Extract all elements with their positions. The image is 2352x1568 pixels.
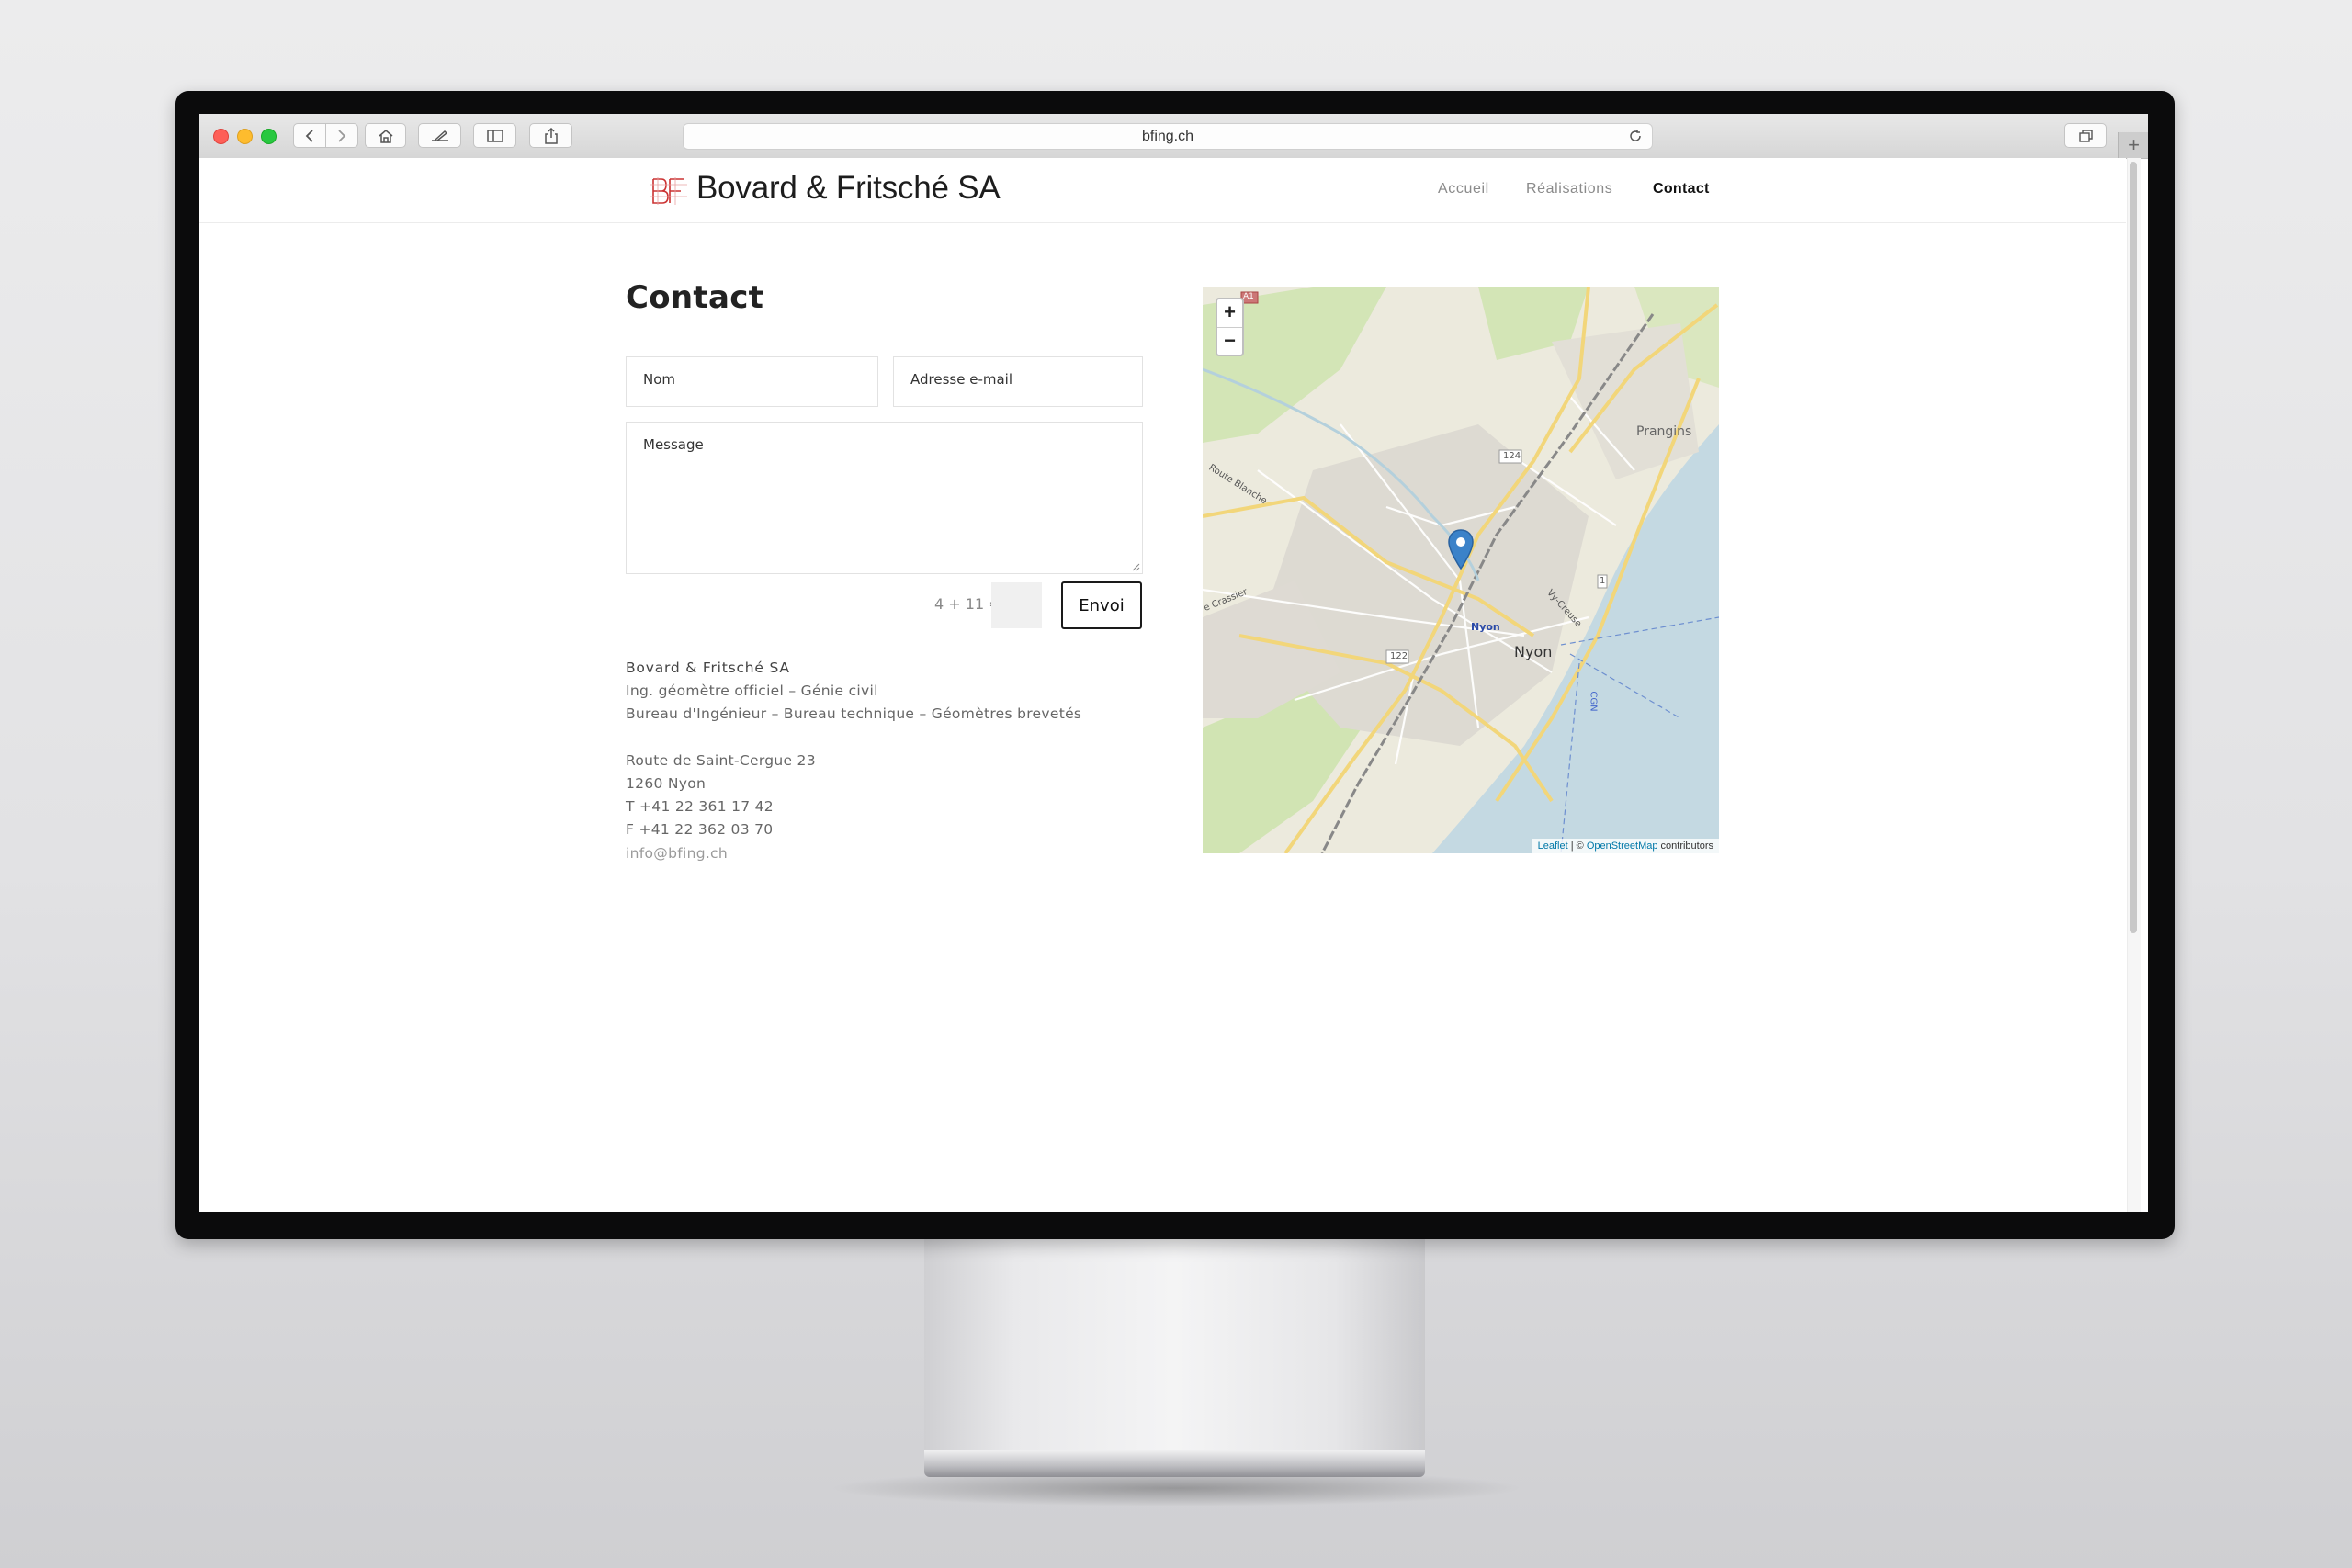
minimize-window-button[interactable] bbox=[237, 129, 253, 144]
tabs-overview-button[interactable] bbox=[2064, 123, 2107, 148]
tabs-icon bbox=[2079, 129, 2093, 142]
name-field-placeholder: Nom bbox=[643, 371, 676, 388]
home-button[interactable] bbox=[365, 123, 406, 148]
openstreetmap-link[interactable]: OpenStreetMap bbox=[1587, 840, 1658, 852]
road-label-1: 1 bbox=[1600, 576, 1606, 586]
message-field[interactable]: Message bbox=[626, 422, 1143, 574]
fullscreen-window-button[interactable] bbox=[261, 129, 277, 144]
reload-icon[interactable] bbox=[1628, 129, 1643, 143]
leaflet-link[interactable]: Leaflet bbox=[1538, 840, 1568, 852]
location-map[interactable]: 124 122 1 A1 Prangins Nyon Nyon Route Bl… bbox=[1203, 287, 1719, 853]
message-field-placeholder: Message bbox=[643, 436, 704, 453]
address-bar[interactable]: bfing.ch bbox=[683, 123, 1653, 150]
sidebar-icon bbox=[486, 129, 503, 142]
send-button[interactable]: Envoi bbox=[1061, 581, 1142, 629]
scrollbar-thumb[interactable] bbox=[2130, 162, 2137, 933]
email-field-placeholder: Adresse e-mail bbox=[910, 371, 1012, 388]
company-line-1: Ing. géomètre officiel – Génie civil bbox=[626, 682, 878, 699]
road-label-124: 124 bbox=[1503, 451, 1521, 461]
captcha-input[interactable] bbox=[991, 582, 1042, 628]
company-city: 1260 Nyon bbox=[626, 775, 707, 792]
close-window-button[interactable] bbox=[213, 129, 229, 144]
map-label-prangins: Prangins bbox=[1636, 424, 1692, 439]
nav-link-realisations[interactable]: Réalisations bbox=[1526, 181, 1612, 197]
map-label-nyon: Nyon bbox=[1514, 643, 1553, 660]
new-tab-button[interactable]: + bbox=[2118, 132, 2148, 158]
attribution-separator: | © bbox=[1567, 840, 1587, 852]
browser-window: bfing.ch + Bovard & Fritsché SA Accueil … bbox=[199, 114, 2148, 1212]
map-label-nyon-station: Nyon bbox=[1471, 621, 1500, 633]
sidebar-toggle-button[interactable] bbox=[473, 123, 516, 148]
resize-grip-icon[interactable] bbox=[1131, 562, 1140, 571]
site-header: Bovard & Fritsché SA Accueil Réalisation… bbox=[199, 158, 2126, 223]
company-name: Bovard & Fritsché SA bbox=[626, 660, 790, 676]
map-marker-icon[interactable] bbox=[1447, 528, 1475, 570]
road-label-122: 122 bbox=[1390, 651, 1408, 661]
back-button[interactable] bbox=[293, 123, 326, 148]
bf-logo-icon[interactable] bbox=[650, 177, 687, 205]
road-label-a1: A1 bbox=[1243, 292, 1254, 301]
company-street: Route de Saint-Cergue 23 bbox=[626, 752, 816, 769]
nav-link-contact[interactable]: Contact bbox=[1653, 181, 1710, 197]
nav-link-accueil[interactable]: Accueil bbox=[1438, 181, 1489, 197]
map-attribution: Leaflet | © OpenStreetMap contributors bbox=[1532, 839, 1719, 853]
monitor-stand bbox=[924, 1231, 1425, 1456]
share-icon bbox=[544, 127, 558, 144]
page-title: Contact bbox=[626, 279, 764, 316]
browser-toolbar: bfing.ch + bbox=[199, 114, 2148, 159]
name-field[interactable]: Nom bbox=[626, 356, 878, 407]
home-icon bbox=[379, 129, 392, 143]
chevron-left-icon bbox=[305, 129, 313, 142]
pencil-icon bbox=[431, 130, 448, 141]
company-fax: F +41 22 362 03 70 bbox=[626, 821, 774, 838]
map-zoom-control: + − bbox=[1216, 298, 1244, 356]
zoom-out-button[interactable]: − bbox=[1217, 328, 1242, 355]
forward-button[interactable] bbox=[325, 123, 358, 148]
url-text: bfing.ch bbox=[1141, 129, 1194, 144]
company-phone: T +41 22 361 17 42 bbox=[626, 798, 774, 815]
attribution-contributors: contributors bbox=[1657, 840, 1713, 852]
share-button[interactable] bbox=[529, 123, 572, 148]
zoom-in-button[interactable]: + bbox=[1217, 299, 1242, 328]
chevron-right-icon bbox=[338, 129, 346, 142]
site-logo-text[interactable]: Bovard & Fritsché SA bbox=[696, 170, 1001, 207]
monitor-stand-base bbox=[924, 1450, 1425, 1477]
map-label-cgn: CGN bbox=[1588, 691, 1599, 712]
company-email-link[interactable]: info@bfing.ch bbox=[626, 845, 728, 862]
edit-button[interactable] bbox=[418, 123, 461, 148]
company-line-2: Bureau d'Ingénieur – Bureau technique – … bbox=[626, 705, 1082, 722]
email-field[interactable]: Adresse e-mail bbox=[893, 356, 1143, 407]
